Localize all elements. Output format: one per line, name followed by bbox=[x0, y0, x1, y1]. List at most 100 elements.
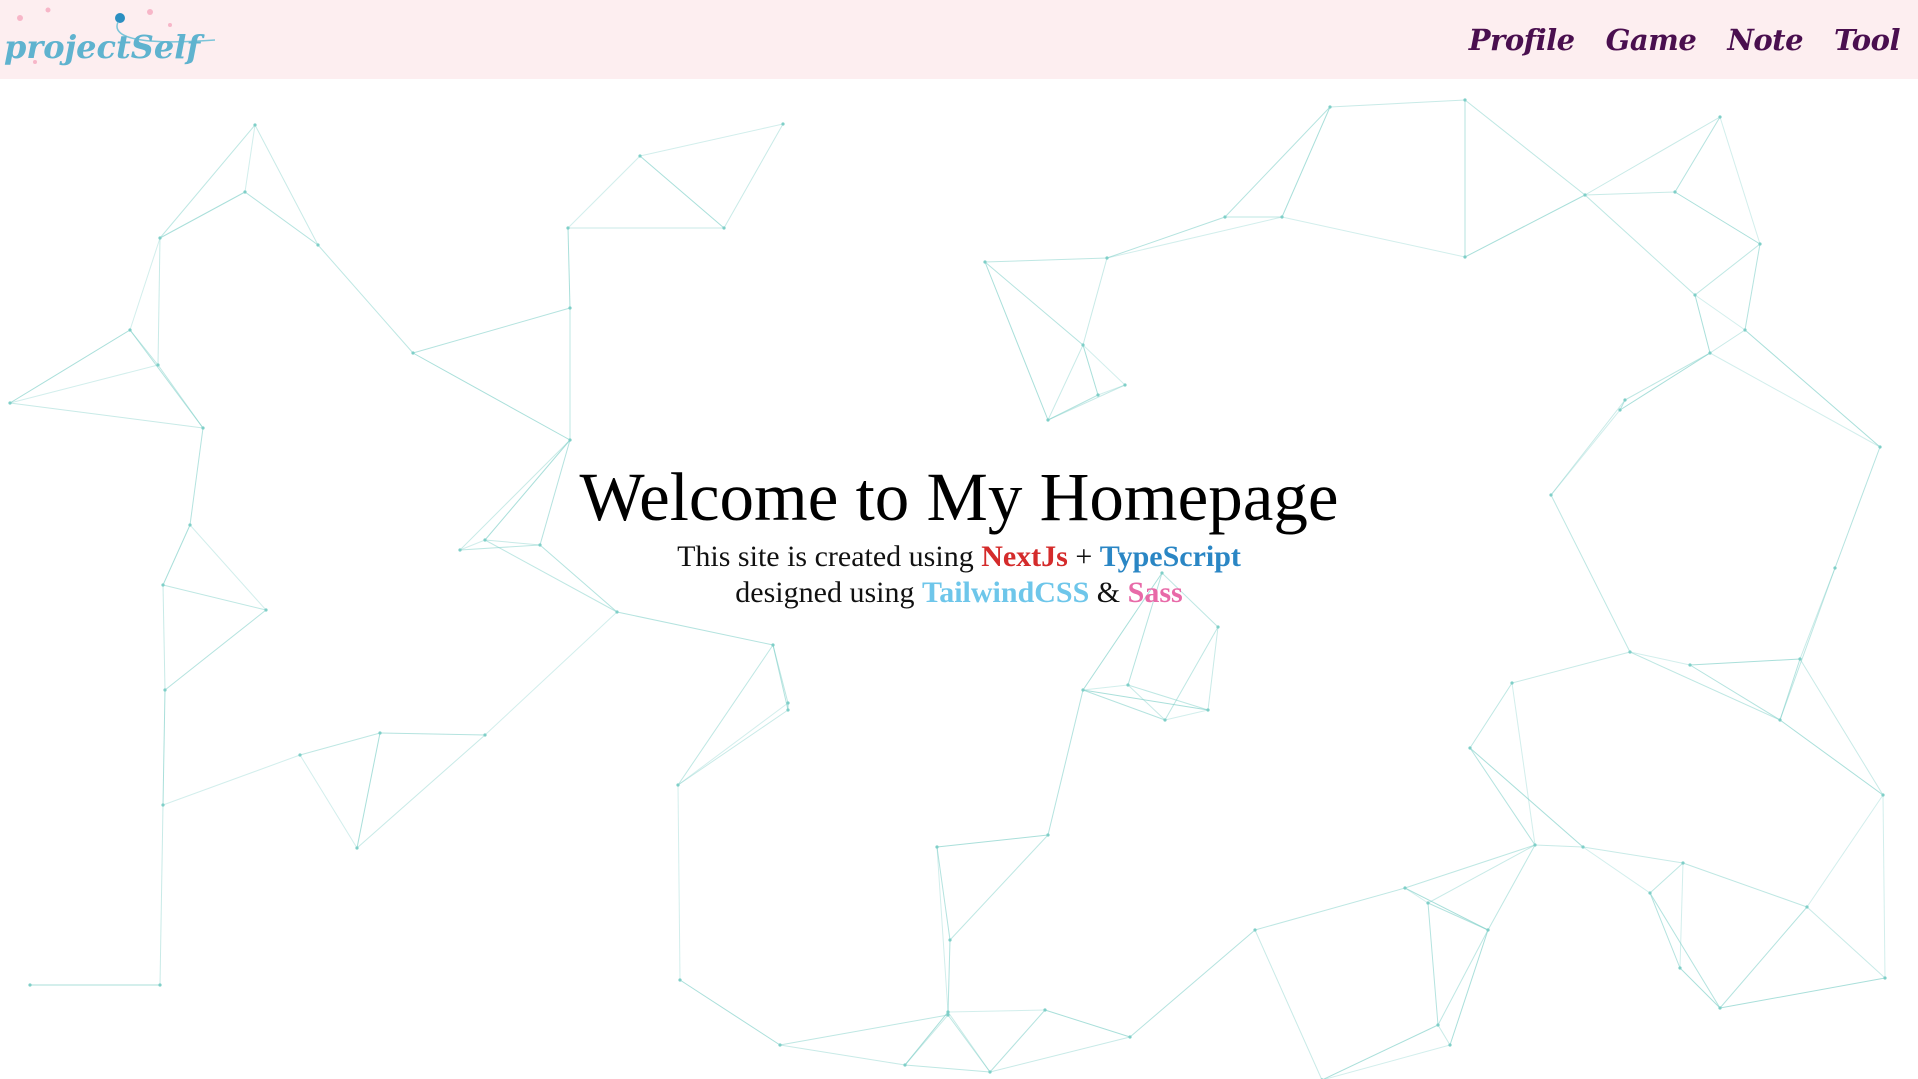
network-edge bbox=[1744, 329, 1881, 448]
network-node bbox=[1581, 845, 1585, 849]
network-edge bbox=[1404, 887, 1429, 904]
network-edge bbox=[159, 124, 256, 239]
network-node bbox=[1743, 328, 1747, 332]
network-node bbox=[1105, 256, 1109, 260]
network-edge bbox=[1281, 106, 1331, 218]
network-edge bbox=[254, 124, 319, 246]
nav-game-link[interactable]: Game bbox=[1606, 23, 1697, 57]
network-node bbox=[28, 983, 32, 987]
network-node bbox=[935, 845, 939, 849]
network-node bbox=[1163, 718, 1167, 722]
network-edge bbox=[1254, 887, 1406, 931]
network-edge bbox=[1129, 929, 1256, 1038]
network-edge bbox=[1404, 844, 1536, 889]
network-node bbox=[1486, 928, 1490, 932]
network-edge bbox=[317, 244, 414, 354]
network-edge bbox=[379, 732, 486, 736]
network-edge bbox=[779, 1044, 906, 1066]
created-using-text: This site is created using bbox=[677, 540, 974, 573]
nav-note-link[interactable]: Note bbox=[1727, 23, 1803, 57]
network-edge bbox=[162, 689, 166, 806]
network-node bbox=[1280, 215, 1284, 219]
network-edge bbox=[1427, 902, 1439, 1026]
network-edge bbox=[412, 352, 571, 441]
network-edge bbox=[1629, 651, 1781, 721]
network-edge bbox=[299, 732, 381, 756]
tailwindcss-label: TailwindCSS bbox=[921, 576, 1090, 609]
network-node bbox=[1448, 1043, 1452, 1047]
designed-using-text: designed using bbox=[735, 576, 915, 609]
network-edge bbox=[159, 191, 246, 239]
network-edge bbox=[904, 1064, 991, 1073]
network-node bbox=[316, 243, 320, 247]
network-node bbox=[1678, 966, 1682, 970]
network-node bbox=[1081, 343, 1085, 347]
network-edge bbox=[1047, 394, 1099, 421]
network-edge bbox=[1806, 906, 1886, 979]
network-edge bbox=[984, 261, 1084, 346]
network-edge bbox=[1047, 344, 1084, 421]
network-node bbox=[946, 1013, 950, 1017]
network-edge bbox=[1464, 194, 1586, 258]
network-edge bbox=[936, 846, 949, 1013]
network-node bbox=[1043, 1008, 1047, 1012]
site-logo[interactable]: projectSelf bbox=[0, 0, 230, 79]
network-node bbox=[1623, 398, 1627, 402]
network-edge bbox=[1469, 682, 1513, 749]
network-node bbox=[1081, 688, 1085, 692]
network-node bbox=[1463, 98, 1467, 102]
network-edge bbox=[1106, 216, 1226, 259]
network-node bbox=[156, 363, 160, 367]
network-edge bbox=[164, 609, 267, 691]
network-edge bbox=[1629, 651, 1691, 666]
network-node bbox=[1681, 861, 1685, 865]
network-edge bbox=[1674, 116, 1721, 193]
network-node bbox=[678, 978, 682, 982]
network-node bbox=[1693, 293, 1697, 297]
network-edge bbox=[984, 261, 1049, 421]
network-edge bbox=[1082, 257, 1108, 346]
network-node bbox=[1126, 683, 1130, 687]
network-node bbox=[1718, 115, 1722, 119]
network-node bbox=[1328, 105, 1332, 109]
network-edge bbox=[772, 644, 789, 711]
network-edge bbox=[1404, 887, 1489, 931]
homepage: projectSelf Profile Game Note Tool Welco… bbox=[0, 0, 1918, 1079]
network-node bbox=[566, 226, 570, 230]
network-node bbox=[1403, 886, 1407, 890]
network-node bbox=[1046, 833, 1050, 837]
network-node bbox=[483, 733, 487, 737]
network-edge bbox=[1127, 684, 1209, 711]
network-node bbox=[946, 1010, 950, 1014]
page-title: Welcome to My Homepage bbox=[579, 459, 1339, 535]
network-node bbox=[786, 701, 790, 705]
network-node bbox=[1468, 746, 1472, 750]
network-node bbox=[378, 731, 382, 735]
network-edge bbox=[723, 123, 784, 229]
network-edge bbox=[1106, 216, 1283, 259]
network-edge bbox=[1882, 794, 1886, 979]
network-edge bbox=[1709, 329, 1746, 354]
network-node bbox=[1046, 418, 1050, 422]
network-edge bbox=[1674, 191, 1761, 245]
network-edge bbox=[1719, 116, 1761, 245]
network-edge bbox=[989, 1036, 1131, 1073]
network-edge bbox=[1449, 929, 1489, 1046]
typescript-label: TypeScript bbox=[1099, 540, 1241, 573]
network-edge bbox=[989, 1009, 1046, 1073]
network-edge bbox=[1322, 1024, 1439, 1079]
network-edge bbox=[1689, 664, 1781, 721]
network-node bbox=[1718, 1006, 1722, 1010]
network-edge bbox=[1779, 719, 1884, 796]
plus-text: + bbox=[1075, 540, 1093, 573]
network-node bbox=[786, 708, 790, 712]
network-edge bbox=[484, 611, 618, 736]
network-edge bbox=[1584, 116, 1721, 196]
nav-profile-link[interactable]: Profile bbox=[1469, 23, 1575, 57]
nav-tool-link[interactable]: Tool bbox=[1834, 23, 1900, 57]
network-node bbox=[298, 753, 302, 757]
network-edge bbox=[677, 702, 789, 786]
network-node bbox=[355, 846, 359, 850]
network-edge bbox=[1207, 626, 1219, 711]
network-edge bbox=[1649, 862, 1684, 894]
